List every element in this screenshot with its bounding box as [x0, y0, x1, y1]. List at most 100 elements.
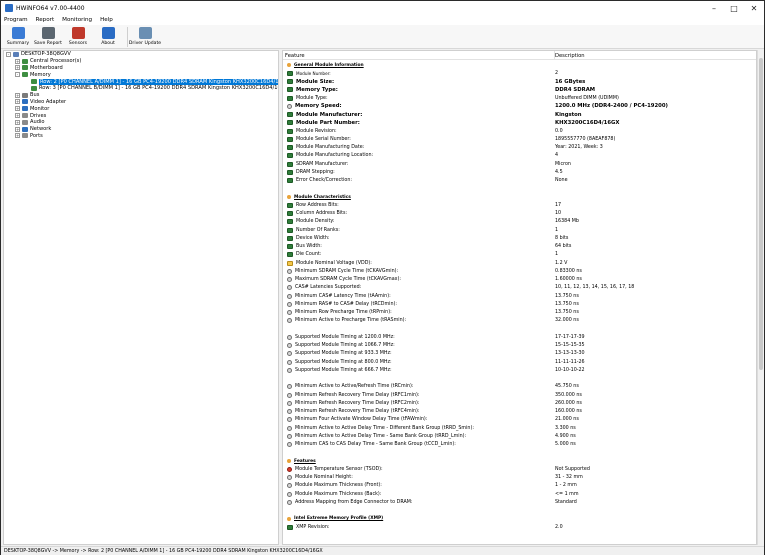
menu-item-program[interactable]: Program — [4, 17, 28, 23]
close-icon[interactable]: ✕ — [744, 1, 764, 15]
detail-row[interactable]: Module Number: 2 — [283, 69, 756, 77]
menu-item-report[interactable]: Report — [36, 17, 55, 23]
tree-item[interactable]: + Monitor — [4, 105, 278, 112]
expand-icon[interactable]: + — [15, 126, 20, 132]
detail-row[interactable]: Module Manufacturing Date: Year: 2021, We… — [283, 144, 756, 152]
tree-item[interactable]: - Memory — [4, 71, 278, 78]
toolbar-button-about[interactable]: About — [94, 25, 122, 49]
collapse-icon[interactable]: - — [6, 51, 11, 57]
detail-row[interactable]: Supported Module Timing at 800.0 MHz: 11-… — [283, 358, 756, 366]
detail-row[interactable]: Module Maximum Thickness (Back): <= 1 mm — [283, 490, 756, 498]
detail-row[interactable]: Bus Width: 64 bits — [283, 243, 756, 251]
tree-item[interactable]: + Network — [4, 126, 278, 133]
tree-item[interactable]: + Motherboard — [4, 65, 278, 72]
detail-row[interactable]: Row Address Bits: 17 — [283, 201, 756, 209]
detail-row[interactable]: Die Count: 1 — [283, 251, 756, 259]
detail-row[interactable]: Module Size: 16 GBytes — [283, 78, 756, 86]
detail-row[interactable]: Supported Module Timing at 933.3 MHz: 13-… — [283, 350, 756, 358]
detail-row[interactable]: Minimum CAS to CAS Delay Time - Same Ban… — [283, 441, 756, 449]
collapse-icon[interactable]: - — [15, 72, 20, 78]
detail-row[interactable]: Memory Speed: 1200.0 MHz (DDR4-2400 / PC4… — [283, 102, 756, 110]
detail-row[interactable]: DRAM Stepping: 4.5 — [283, 168, 756, 176]
detail-row[interactable]: CAS# Latencies Supported: 10, 11, 12, 13,… — [283, 284, 756, 292]
description-column-header[interactable]: Description — [555, 51, 756, 59]
menu-item-monitoring[interactable]: Monitoring — [62, 17, 92, 23]
tree-item[interactable]: + Video Adapter — [4, 99, 278, 106]
detail-row[interactable]: Minimum SDRAM Cycle Time (tCKAVGmin): 0.8… — [283, 267, 756, 275]
detail-row[interactable]: Module Revision: 0.0 — [283, 127, 756, 135]
maximize-icon[interactable]: □ — [724, 1, 744, 15]
detail-row[interactable]: Minimum Active to Active/Refresh Time (t… — [283, 383, 756, 391]
tree-item[interactable]: Row: 3 [P0 CHANNEL B/DIMM 1] - 16 GB PC4… — [4, 85, 278, 92]
detail-row[interactable]: Minimum Active to Active Delay Time - Di… — [283, 424, 756, 432]
detail-row[interactable]: Minimum CAS# Latency Time (tAAmin): 13.75… — [283, 292, 756, 300]
detail-row[interactable]: Module Nominal Voltage (VDD): 1.2 V — [283, 259, 756, 267]
section-header[interactable]: Intel Extreme Memory Profile (XMP) — [283, 515, 756, 523]
feature-label: Device Width: — [296, 235, 330, 241]
section-header[interactable]: Features — [283, 457, 756, 465]
expand-icon[interactable]: + — [15, 119, 20, 125]
detail-row[interactable]: Column Address Bits: 10 — [283, 210, 756, 218]
detail-row[interactable]: Minimum Active to Active Delay Time - Sa… — [283, 432, 756, 440]
detail-row[interactable]: Module Manufacturer: Kingston — [283, 111, 756, 119]
detail-row[interactable]: Error Check/Correction: None — [283, 177, 756, 185]
clock-icon — [287, 301, 292, 307]
feature-label: Minimum Four Activate Window Delay Time … — [295, 417, 428, 423]
expand-icon[interactable]: + — [15, 133, 20, 139]
expand-icon[interactable]: + — [15, 113, 20, 119]
detail-row[interactable]: Number Of Ranks: 1 — [283, 226, 756, 234]
detail-row[interactable]: Address Mapping from Edge Connector to D… — [283, 498, 756, 506]
detail-row[interactable]: Module Density: 16384 Mb — [283, 218, 756, 226]
expand-icon[interactable]: + — [15, 65, 20, 71]
detail-row[interactable]: Minimum Row Precharge Time (tRPmin): 13.7… — [283, 309, 756, 317]
detail-row[interactable]: Minimum Refresh Recovery Time Delay (tRF… — [283, 399, 756, 407]
minimize-icon[interactable]: – — [704, 1, 724, 15]
detail-row[interactable]: Supported Module Timing at 1200.0 MHz: 17… — [283, 333, 756, 341]
detail-row[interactable]: Module Type: Unbuffered DIMM (UDIMM) — [283, 94, 756, 102]
scrollbar-thumb[interactable] — [759, 58, 763, 370]
detail-row[interactable]: Minimum Refresh Recovery Time Delay (tRF… — [283, 391, 756, 399]
tree-item-selected[interactable]: Row: 2 [P0 CHANNEL A/DIMM 1] - 16 GB PC4… — [4, 78, 278, 85]
expand-icon[interactable]: + — [15, 58, 20, 64]
detail-row[interactable]: Module Manufacturing Location: 4 — [283, 152, 756, 160]
device-tree[interactable]: - DESKTOP-38Q8GVV + Central Processor(s) + Mo… — [3, 50, 279, 545]
detail-row[interactable]: Minimum RAS# to CAS# Delay (tRCDmin): 13.… — [283, 300, 756, 308]
details-scrollbar[interactable] — [757, 50, 764, 545]
tree-item[interactable]: + Central Processor(s) — [4, 58, 278, 65]
detail-row[interactable]: Device Width: 8 bits — [283, 234, 756, 242]
feature-column-header[interactable]: Feature — [283, 51, 555, 59]
tree-item[interactable]: + Bus — [4, 92, 278, 99]
expand-icon[interactable]: + — [15, 92, 20, 98]
feature-label: Module Characteristics — [294, 194, 351, 200]
detail-row[interactable]: Module Maximum Thickness (Front): 1 - 2 m… — [283, 482, 756, 490]
detail-row[interactable]: Supported Module Timing at 666.7 MHz: 10-… — [283, 366, 756, 374]
detail-row[interactable]: XMP Revision: 2.0 — [283, 523, 756, 531]
section-header[interactable]: Module Characteristics — [283, 193, 756, 201]
feature-cell: Column Address Bits: — [283, 211, 555, 217]
tree-item[interactable]: - DESKTOP-38Q8GVV — [4, 51, 278, 58]
toolbar-button-save-report[interactable]: Save Report — [34, 25, 62, 49]
detail-row[interactable]: Minimum Four Activate Window Delay Time … — [283, 416, 756, 424]
detail-row[interactable]: SDRAM Manufacturer: Micron — [283, 160, 756, 168]
tree-item[interactable]: + Drives — [4, 112, 278, 119]
detail-row[interactable]: Module Part Number: KHX3200C16D4/16GX — [283, 119, 756, 127]
detail-row[interactable]: Module Temperature Sensor (TSOD): Not Sup… — [283, 465, 756, 473]
toolbar-button-sensors[interactable]: Sensors — [64, 25, 92, 49]
detail-row[interactable]: Memory Type: DDR4 SDRAM — [283, 86, 756, 94]
detail-row[interactable]: Maximum SDRAM Cycle Time (tCKAVGmax): 1.6… — [283, 276, 756, 284]
tree-item[interactable]: + Ports — [4, 133, 278, 140]
detail-row[interactable]: Minimum Refresh Recovery Time Delay (tRF… — [283, 408, 756, 416]
tree-item[interactable]: + Audio — [4, 119, 278, 126]
toolbar-button-summary[interactable]: Summary — [4, 25, 32, 49]
detail-row[interactable]: Module Nominal Height: 31 - 32 mm — [283, 474, 756, 482]
feature-cell: Bus Width: — [283, 244, 555, 250]
menu-item-help[interactable]: Help — [100, 17, 113, 23]
detail-row[interactable]: Module Serial Number: 1895557770 (8AEAF87… — [283, 135, 756, 143]
detail-row[interactable]: Minimum Active to Precharge Time (tRASmi… — [283, 317, 756, 325]
expand-icon[interactable]: + — [15, 106, 20, 112]
toolbar-button-label: Save Report — [34, 41, 62, 46]
toolbar-button-driver-update[interactable]: Driver Update — [129, 25, 161, 49]
expand-icon[interactable]: + — [15, 99, 20, 105]
detail-row[interactable]: Supported Module Timing at 1066.7 MHz: 15… — [283, 342, 756, 350]
section-header[interactable]: General Module Information — [283, 61, 756, 69]
